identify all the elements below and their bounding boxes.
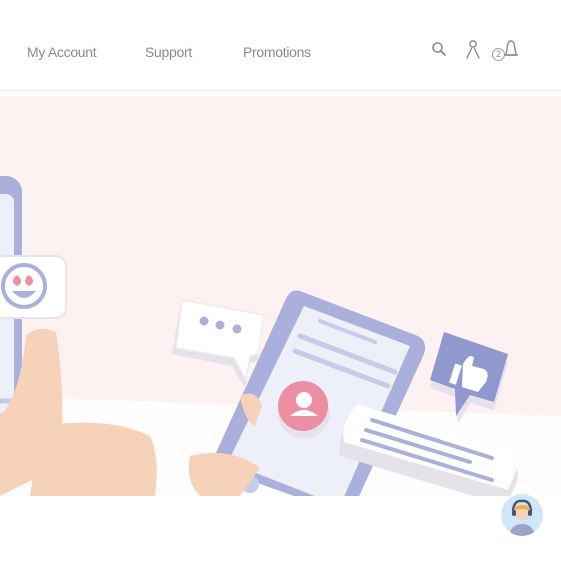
support-chat-button[interactable] bbox=[501, 494, 543, 536]
nav-link-my-account[interactable]: My Account bbox=[27, 44, 97, 60]
support-agent-icon bbox=[501, 494, 543, 536]
thumbs-up-bubble bbox=[430, 332, 508, 424]
search-icon[interactable] bbox=[431, 41, 447, 62]
bell-icon[interactable] bbox=[502, 39, 520, 64]
nav-link-promotions[interactable]: Promotions bbox=[243, 44, 311, 60]
social-media-illustration bbox=[0, 176, 561, 496]
nav-link-support[interactable]: Support bbox=[145, 44, 192, 60]
typing-chat-bubble bbox=[172, 299, 265, 388]
hero-banner bbox=[0, 96, 561, 496]
top-navigation-bar: My Account Support Promotions 2 bbox=[0, 0, 561, 91]
notification-count-badge: 2 bbox=[492, 48, 505, 61]
user-icon[interactable] bbox=[465, 39, 481, 64]
heart-eyes-emoji-bubble bbox=[0, 255, 67, 319]
